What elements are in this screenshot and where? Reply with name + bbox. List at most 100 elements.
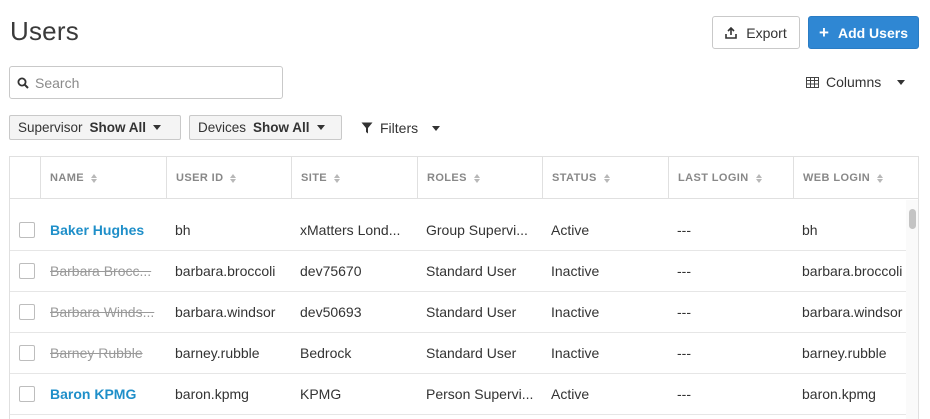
sort-icon [334,173,341,183]
plus-icon: + [819,23,829,42]
columns-menu-button[interactable]: Columns [806,72,906,92]
cell-last-login: --- [677,222,691,238]
cell-web-login: bh [802,222,818,238]
cell-name[interactable]: Barbara Winds... [50,292,162,332]
columns-label: Columns [826,74,882,90]
header-name[interactable]: NAME [40,157,166,199]
cell-user-id: barbara.broccoli [175,263,276,279]
user-name-link[interactable]: Barbara Brocc... [50,263,151,279]
search-icon [17,77,29,89]
export-icon [725,26,738,39]
add-users-button[interactable]: + Add Users [808,16,919,49]
header-web-login[interactable]: WEB LOGIN [793,157,918,199]
header-roles-label: ROLES [427,172,467,184]
cell-site: xMatters Lond... [300,222,401,238]
cell-name[interactable]: Barney Rubble [50,333,162,373]
table-header: NAME USER ID SITE ROLES STATUS LAST LOGI… [10,157,918,199]
header-web-login-label: WEB LOGIN [803,172,871,184]
cell-status: Active [551,222,590,238]
filters-label: Filters [380,120,419,136]
header-site[interactable]: SITE [291,157,417,199]
search-box[interactable] [9,66,283,99]
filter-icon [361,122,373,134]
sort-icon [877,173,884,183]
header-roles[interactable]: ROLES [417,157,542,199]
cell-site: Bedrock [300,345,352,361]
row-checkbox[interactable] [19,304,35,320]
cell-user-id: barney.rubble [175,345,260,361]
scrollbar-thumb[interactable] [909,209,916,229]
filters-button[interactable]: Filters [361,118,441,138]
table-row[interactable]: Barbara Winds... barbara.windsor dev5069… [10,292,906,333]
supervisor-filter[interactable]: Supervisor Show All [9,115,181,140]
table-row[interactable]: Baron KPMG baron.kpmg KPMG Person Superv… [10,374,906,415]
supervisor-filter-label: Supervisor [18,120,83,135]
cell-status: Inactive [551,263,600,279]
sort-icon [755,173,762,183]
cell-name[interactable]: Baker Hughes [50,210,162,250]
scrollbar-track[interactable] [906,200,918,419]
devices-filter[interactable]: Devices Show All [189,115,342,140]
chevron-down-icon [897,79,906,85]
cell-site: dev75670 [300,263,362,279]
sort-icon [473,173,480,183]
cell-last-login: --- [677,304,691,320]
header-user-id-label: USER ID [176,172,224,184]
user-name-link[interactable]: Barbara Winds... [50,304,154,320]
devices-filter-label: Devices [198,120,247,135]
header-site-label: SITE [301,172,328,184]
user-name-link[interactable]: Barney Rubble [50,345,143,361]
cell-name[interactable]: Baron KPMG [50,374,162,414]
sort-icon [230,173,237,183]
header-status-label: STATUS [552,172,597,184]
cell-user-id: baron.kpmg [175,386,249,402]
chevron-down-icon [432,125,441,131]
cell-roles: Standard User [426,304,517,320]
page-title: Users [10,16,79,46]
supervisor-filter-value: Show All [89,120,147,135]
sort-icon [91,173,97,183]
row-checkbox[interactable] [19,222,35,238]
table-row[interactable]: Barbara Brocc... barbara.broccoli dev756… [10,251,906,292]
user-name-link[interactable]: Baker Hughes [50,222,144,238]
users-table: NAME USER ID SITE ROLES STATUS LAST LOGI… [9,156,919,419]
export-button[interactable]: Export [712,16,800,49]
header-name-label: NAME [50,172,84,184]
chevron-down-icon [153,125,162,130]
cell-last-login: --- [677,345,691,361]
cell-last-login: --- [677,386,691,402]
add-users-label: Add Users [837,24,908,41]
cell-web-login: barbara.windsor [802,304,903,320]
cell-name[interactable]: Barbara Brocc... [50,251,162,291]
cell-roles: Standard User [426,263,517,279]
cell-roles: Person Supervi... [426,386,534,402]
table-row[interactable]: Baker Hughes bh xMatters Lond... Group S… [10,210,906,251]
chevron-down-icon [316,125,325,130]
cell-site: KPMG [300,386,342,402]
cell-user-id: bh [175,222,191,238]
row-checkbox[interactable] [19,263,35,279]
table-columns-icon [806,76,819,88]
export-label: Export [746,24,787,41]
header-checkbox-column [10,157,40,199]
cell-status: Active [551,386,590,402]
search-input[interactable] [35,74,255,91]
sort-icon [603,173,610,183]
cell-web-login: barbara.broccoli [802,263,903,279]
cell-site: dev50693 [300,304,362,320]
table-row[interactable]: Barney Rubble barney.rubble Bedrock Stan… [10,333,906,374]
row-checkbox[interactable] [19,345,35,361]
cell-status: Inactive [551,345,600,361]
header-last-login[interactable]: LAST LOGIN [668,157,793,199]
cell-roles: Group Supervi... [426,222,528,238]
cell-status: Inactive [551,304,600,320]
header-status[interactable]: STATUS [542,157,668,199]
user-name-link[interactable]: Baron KPMG [50,386,136,402]
cell-last-login: --- [677,263,691,279]
cell-roles: Standard User [426,345,517,361]
cell-user-id: barbara.windsor [175,304,276,320]
cell-web-login: barney.rubble [802,345,887,361]
header-last-login-label: LAST LOGIN [678,172,749,184]
header-user-id[interactable]: USER ID [166,157,291,199]
row-checkbox[interactable] [19,386,35,402]
